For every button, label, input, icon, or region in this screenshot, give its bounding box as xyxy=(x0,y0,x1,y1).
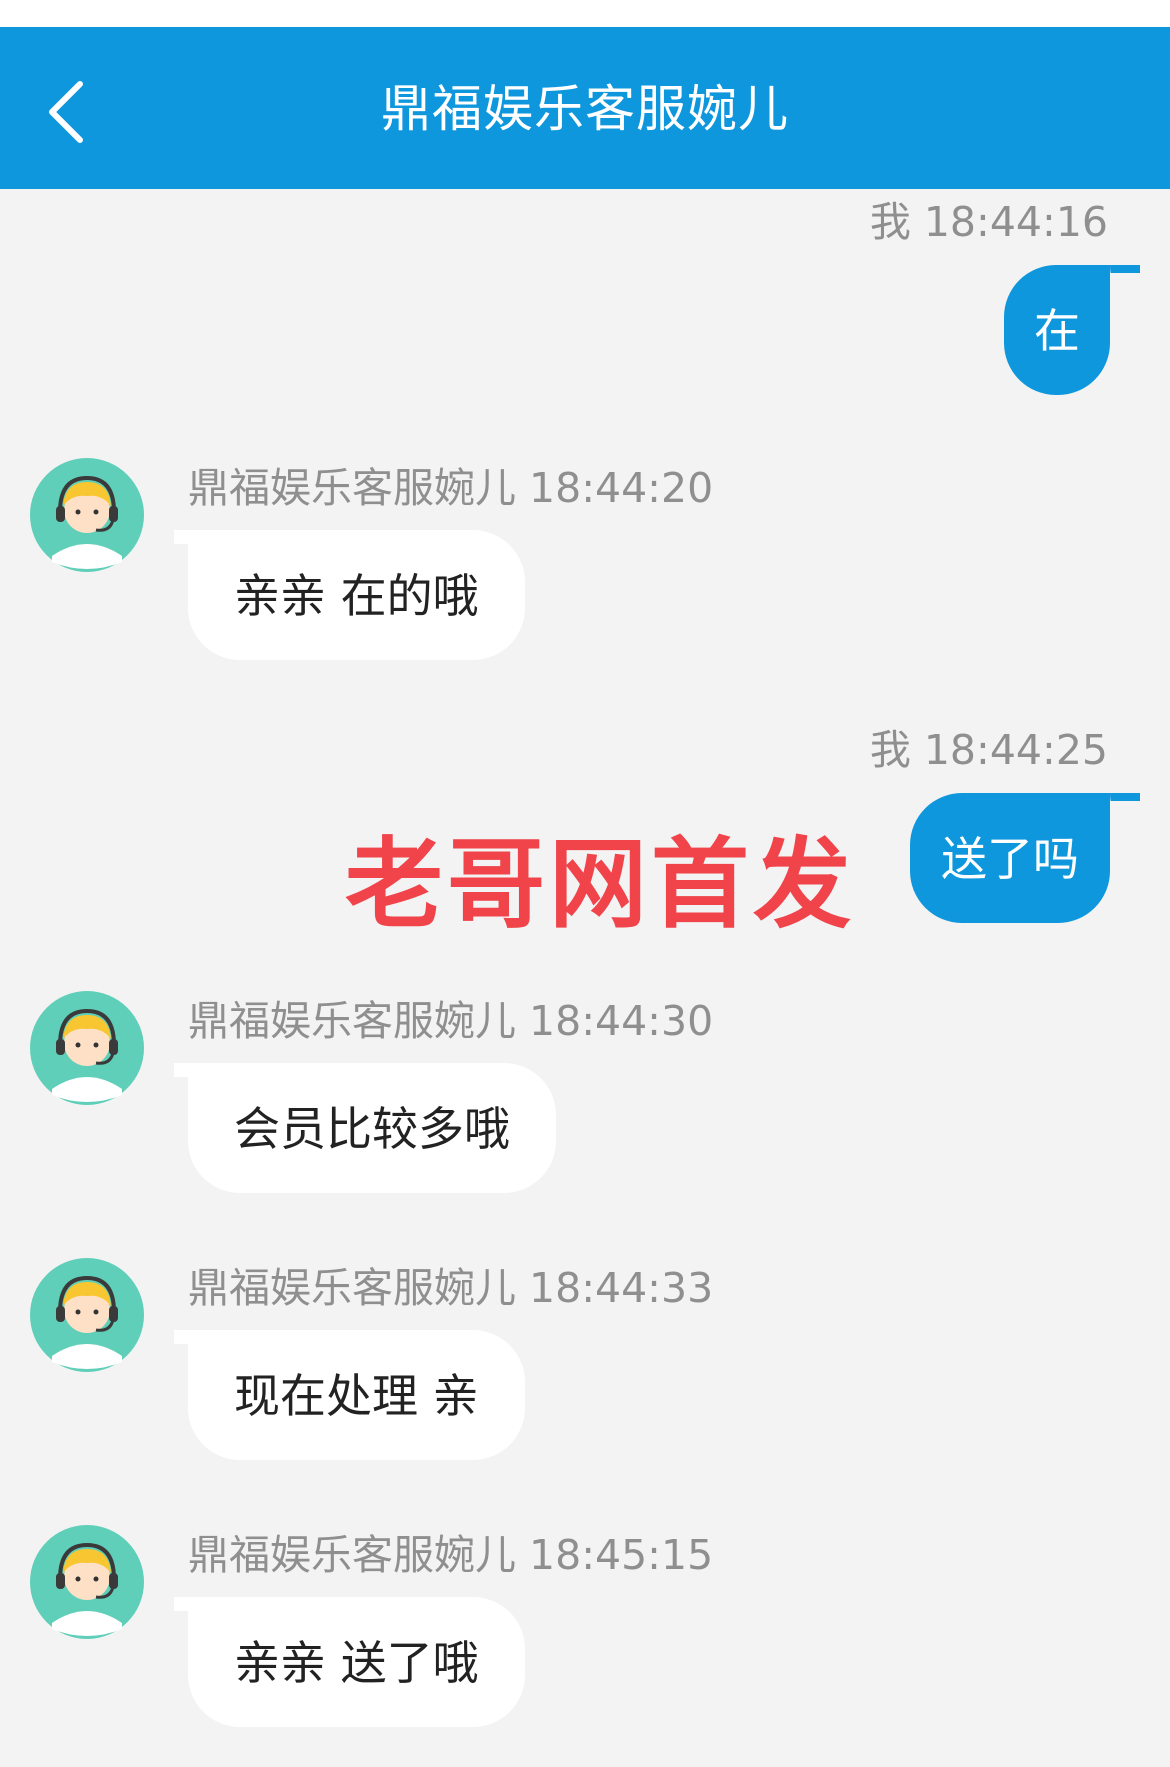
agent-message-bubble[interactable]: 亲亲 在的哦 xyxy=(174,530,525,660)
my-message-bubble[interactable]: 在 xyxy=(1004,265,1140,395)
agent-message-bubble[interactable]: 亲亲 送了哦 xyxy=(174,1597,525,1727)
my-message-bubble[interactable]: 送了吗 xyxy=(910,793,1140,923)
customer-service-avatar-icon[interactable] xyxy=(30,458,144,572)
message-text: 会员比较多哦 xyxy=(234,1102,510,1156)
message-meta: 鼎福娱乐客服婉儿 18:44:30 xyxy=(188,997,714,1045)
chat-title: 鼎福娱乐客服婉儿 xyxy=(381,80,789,138)
agent-message-bubble[interactable]: 会员比较多哦 xyxy=(174,1063,556,1193)
message-meta: 鼎福娱乐客服婉儿 18:45:15 xyxy=(188,1531,714,1579)
chat-header: 鼎福娱乐客服婉儿 xyxy=(0,27,1170,189)
message-text: 亲亲 在的哦 xyxy=(234,569,479,623)
customer-service-avatar-icon[interactable] xyxy=(30,991,144,1105)
customer-service-avatar-icon[interactable] xyxy=(30,1525,144,1639)
message-meta: 我 18:44:25 xyxy=(869,726,1108,774)
agent-message-bubble[interactable]: 现在处理 亲 xyxy=(174,1330,525,1460)
watermark-text: 老哥网首发 xyxy=(345,828,856,942)
message-text: 送了吗 xyxy=(941,832,1079,886)
message-meta: 鼎福娱乐客服婉儿 18:44:20 xyxy=(188,464,714,512)
message-text: 亲亲 送了哦 xyxy=(234,1636,479,1690)
message-text: 在 xyxy=(1034,304,1080,358)
message-meta: 鼎福娱乐客服婉儿 18:44:33 xyxy=(188,1264,714,1312)
message-text: 现在处理 亲 xyxy=(234,1369,479,1423)
message-meta: 我 18:44:16 xyxy=(869,198,1108,246)
customer-service-avatar-icon[interactable] xyxy=(30,1258,144,1372)
status-bar-area xyxy=(0,0,1170,27)
